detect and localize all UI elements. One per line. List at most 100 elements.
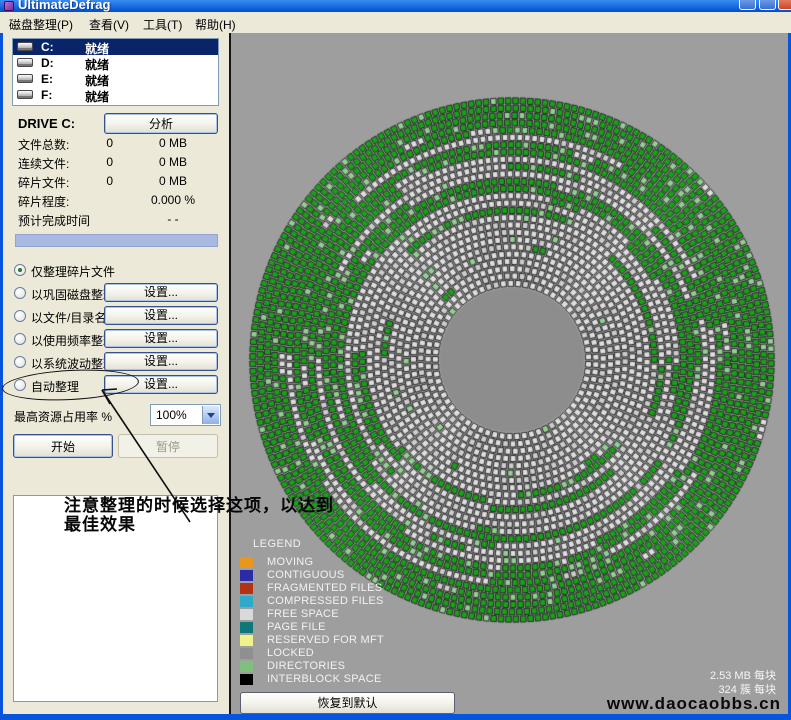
resource-usage-select[interactable]: 100% <box>150 404 221 426</box>
drive-letter: E: <box>41 72 53 86</box>
locked-swatch <box>240 648 253 659</box>
interblock-swatch <box>240 674 253 685</box>
legend-item-mft: RESERVED FOR MFT <box>240 634 301 647</box>
stat-count: 0 <box>73 155 113 169</box>
fragmented-swatch <box>240 583 253 594</box>
settings-button-auto[interactable]: 设置... <box>104 375 218 394</box>
settings-button-volatility[interactable]: 设置... <box>104 352 218 371</box>
legend-title: LEGEND <box>253 538 301 550</box>
radio-icon[interactable] <box>14 264 26 276</box>
chevron-down-icon[interactable] <box>202 406 219 424</box>
menu-bar: 磁盘整理(P) 查看(V) 工具(T) 帮助(H) <box>0 12 791 33</box>
hard-drive-icon <box>17 90 33 99</box>
menu-view[interactable]: 查看(V) <box>86 15 132 31</box>
radio-label: 以系统波动整理 <box>31 355 115 372</box>
watermark-text: www.daocaobbs.cn <box>607 694 781 714</box>
legend-label: FREE SPACE <box>267 608 339 620</box>
radio-icon[interactable] <box>14 379 26 391</box>
hard-drive-icon <box>17 42 33 51</box>
progress-bar <box>15 234 218 247</box>
resource-usage-label: 最高资源占用率 % <box>14 408 112 425</box>
drive-list[interactable]: C: 就绪 D: 就绪 E: 就绪 F: 就绪 <box>12 38 219 106</box>
analyze-button[interactable]: 分析 <box>104 113 218 134</box>
drive-row-d[interactable]: D: 就绪 <box>13 55 218 71</box>
disk-view-panel: LEGEND MOVING CONTIGUOUS FRAGMENTED FILE… <box>231 33 788 714</box>
radio-icon[interactable] <box>14 310 26 322</box>
option-file-name[interactable]: 以文件/目录名整理 设置... <box>3 308 229 326</box>
hard-drive-icon <box>17 58 33 67</box>
close-button[interactable] <box>778 0 791 10</box>
legend-label: FRAGMENTED FILES <box>267 582 382 594</box>
radio-label: 以巩固磁盘整理 <box>31 286 115 303</box>
radio-label: 自动整理 <box>31 378 79 395</box>
stat-size: 0 MB <box>133 136 213 150</box>
legend-item-fragmented: FRAGMENTED FILES <box>240 582 301 595</box>
radio-icon[interactable] <box>14 287 26 299</box>
moving-swatch <box>240 557 253 568</box>
resource-usage-value: 100% <box>156 408 187 422</box>
legend-label: COMPRESSED FILES <box>267 595 384 607</box>
mft-swatch <box>240 635 253 646</box>
stat-row-contiguous: 连续文件: 0 0 MB <box>3 155 229 171</box>
option-consolidate[interactable]: 以巩固磁盘整理 设置... <box>3 285 229 303</box>
stat-size: - - <box>133 212 213 226</box>
free-space-swatch <box>240 609 253 620</box>
drive-status: 就绪 <box>85 88 109 105</box>
stat-label: 预计完成时间 <box>18 212 90 229</box>
window-title: UltimateDefrag <box>18 0 110 12</box>
stat-row-eta: 预计完成时间 - - <box>3 212 229 228</box>
stat-size: 0.000 % <box>133 193 213 207</box>
contiguous-swatch <box>240 570 253 581</box>
radio-icon[interactable] <box>14 333 26 345</box>
legend-item-locked: LOCKED <box>240 647 301 660</box>
start-button[interactable]: 开始 <box>13 434 113 458</box>
pause-button: 暂停 <box>118 434 218 458</box>
legend-label: MOVING <box>267 556 313 568</box>
stat-size: 0 MB <box>133 155 213 169</box>
stat-count: 0 <box>73 136 113 150</box>
drive-row-f[interactable]: F: 就绪 <box>13 87 218 103</box>
drive-letter: F: <box>41 88 52 102</box>
option-system-volatility[interactable]: 以系统波动整理 设置... <box>3 354 229 372</box>
option-auto-defrag[interactable]: 自动整理 设置... <box>3 377 229 395</box>
settings-button-consolidate[interactable]: 设置... <box>104 283 218 302</box>
settings-button-file-name[interactable]: 设置... <box>104 306 218 325</box>
drive-row-c[interactable]: C: 就绪 <box>13 39 218 55</box>
app-icon <box>4 1 14 11</box>
legend-label: CONTIGUOUS <box>267 569 345 581</box>
minimize-button[interactable] <box>739 0 756 10</box>
control-panel: C: 就绪 D: 就绪 E: 就绪 F: 就绪 DRIVE C: 分析 <box>3 33 229 714</box>
drive-row-e[interactable]: E: 就绪 <box>13 71 218 87</box>
maximize-button[interactable] <box>759 0 776 10</box>
legend-label: DIRECTORIES <box>267 660 345 672</box>
stat-label: 碎片程度: <box>18 193 69 210</box>
restore-default-button[interactable]: 恢复到默认 <box>240 692 455 714</box>
radio-icon[interactable] <box>14 356 26 368</box>
stat-row-fragmented: 碎片文件: 0 0 MB <box>3 174 229 190</box>
legend-item-free-space: FREE SPACE <box>240 608 301 621</box>
menu-defrag[interactable]: 磁盘整理(P) <box>6 15 76 31</box>
legend-label: LOCKED <box>267 647 314 659</box>
radio-label: 以使用频率整理 <box>31 332 115 349</box>
window-border-bottom <box>0 714 791 720</box>
log-panel <box>13 495 218 702</box>
legend-label: RESERVED FOR MFT <box>267 634 384 646</box>
radio-label: 仅整理碎片文件 <box>31 263 115 280</box>
legend-label: INTERBLOCK SPACE <box>267 673 382 685</box>
stat-row-frag-level: 碎片程度: 0.000 % <box>3 193 229 209</box>
stat-count: 0 <box>73 174 113 188</box>
drive-letter: D: <box>41 56 54 70</box>
menu-help[interactable]: 帮助(H) <box>192 15 239 31</box>
legend-item-compressed: COMPRESSED FILES <box>240 595 301 608</box>
directories-swatch <box>240 661 253 672</box>
option-fragmented-only[interactable]: 仅整理碎片文件 <box>3 262 229 280</box>
stat-label: 碎片文件: <box>18 174 69 191</box>
compressed-swatch <box>240 596 253 607</box>
option-usage-frequency[interactable]: 以使用频率整理 设置... <box>3 331 229 349</box>
title-bar[interactable]: UltimateDefrag <box>0 0 791 12</box>
legend-item-directories: DIRECTORIES <box>240 660 301 673</box>
legend-label: PAGE FILE <box>267 621 326 633</box>
menu-tools[interactable]: 工具(T) <box>140 15 185 31</box>
settings-button-usage[interactable]: 设置... <box>104 329 218 348</box>
stat-row-total-files: 文件总数: 0 0 MB <box>3 136 229 152</box>
